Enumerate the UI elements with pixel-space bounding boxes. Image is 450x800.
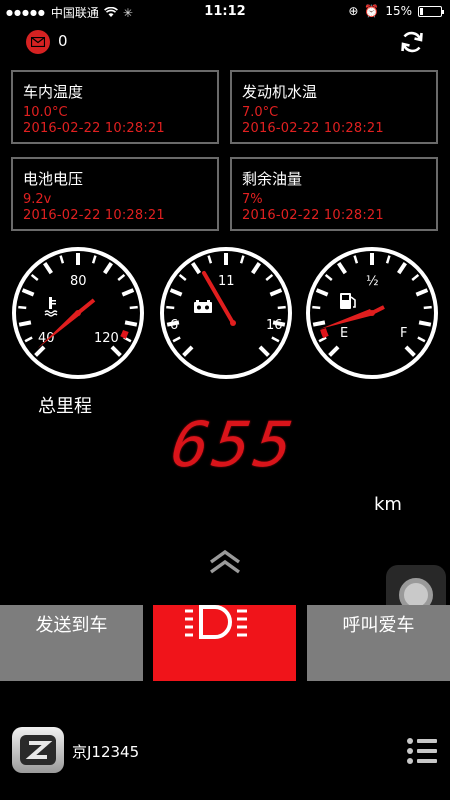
gauge-label-min: 6: [170, 318, 178, 333]
odometer-value: 655: [166, 408, 302, 481]
battery-icon: [418, 5, 444, 17]
gauge-label-min: 40: [38, 331, 55, 346]
card-title: 发动机水温: [242, 83, 318, 101]
gauge-label-max: 16: [266, 318, 283, 333]
battery-voltage-gauge: 6 11 16: [158, 245, 294, 381]
alarm-icon: ⏰: [364, 4, 380, 18]
card-title: 车内温度: [23, 83, 84, 101]
gauge-tick: [423, 305, 432, 310]
message-icon[interactable]: [26, 30, 50, 54]
gauge-tick: [312, 305, 321, 310]
gauge-label-mid: 80: [70, 274, 87, 289]
odometer-label: 总里程: [38, 396, 92, 417]
battery-level: [420, 7, 423, 15]
card-value: 10.0°C: [23, 105, 68, 120]
card-timestamp: 2016-02-22 10:28:21: [242, 121, 384, 136]
gauge-tick: [129, 305, 138, 310]
card-value: 7%: [242, 192, 263, 207]
expand-up-icon[interactable]: [205, 548, 245, 576]
card-battery-voltage: 电池电压 9.2v 2016-02-22 10:28:21: [11, 157, 219, 231]
card-timestamp: 2016-02-22 10:28:21: [23, 208, 165, 223]
send-to-car-button[interactable]: 发送到车: [0, 605, 143, 681]
card-value: 9.2v: [23, 192, 52, 207]
gauge-label-mid: 11: [218, 274, 235, 289]
gauge-tick: [166, 305, 175, 310]
gauge-tick: [18, 320, 32, 327]
gauge-tick: [277, 305, 286, 310]
message-count: 0: [58, 32, 68, 50]
status-right: ⊕ ⏰ 15%: [348, 4, 444, 18]
gauge-label-mid: ½: [366, 274, 379, 289]
card-title: 剩余油量: [242, 170, 303, 188]
headlight-button[interactable]: [153, 605, 296, 681]
license-plate: 京J12345: [72, 743, 140, 761]
refresh-icon[interactable]: [398, 28, 426, 56]
card-timestamp: 2016-02-22 10:28:21: [23, 121, 165, 136]
odometer-unit: km: [374, 494, 402, 515]
gauge-label-max: F: [400, 326, 407, 341]
gauge-tick: [124, 320, 138, 327]
gauge-tick: [418, 320, 432, 327]
gauge-label-min: E: [340, 326, 348, 341]
card-value: 7.0°C: [242, 105, 279, 120]
battery-percent: 15%: [385, 4, 412, 18]
card-timestamp: 2016-02-22 10:28:21: [242, 208, 384, 223]
rotation-lock-icon: ⊕: [348, 4, 359, 18]
card-engine-coolant-temp: 发动机水温 7.0°C 2016-02-22 10:28:21: [230, 70, 438, 144]
brand-logo[interactable]: [12, 727, 64, 773]
gauge-tick: [312, 320, 326, 327]
status-bar: ●●●●● 中国联通 ✳ 11:12 ⊕ ⏰ 15%: [0, 0, 450, 24]
gauge-tick: [18, 305, 27, 310]
gauge-label-max: 120: [94, 331, 119, 346]
card-title: 电池电压: [23, 170, 84, 188]
fuel-level-gauge: E ½ F: [304, 245, 440, 381]
call-car-button[interactable]: 呼叫爱车: [307, 605, 450, 681]
coolant-temperature-gauge: 40 80 120: [10, 245, 146, 381]
headlight-icon: [184, 605, 247, 639]
card-fuel-remaining: 剩余油量 7% 2016-02-22 10:28:21: [230, 157, 438, 231]
menu-list-icon[interactable]: [406, 736, 438, 766]
card-cabin-temperature: 车内温度 10.0°C 2016-02-22 10:28:21: [11, 70, 219, 144]
